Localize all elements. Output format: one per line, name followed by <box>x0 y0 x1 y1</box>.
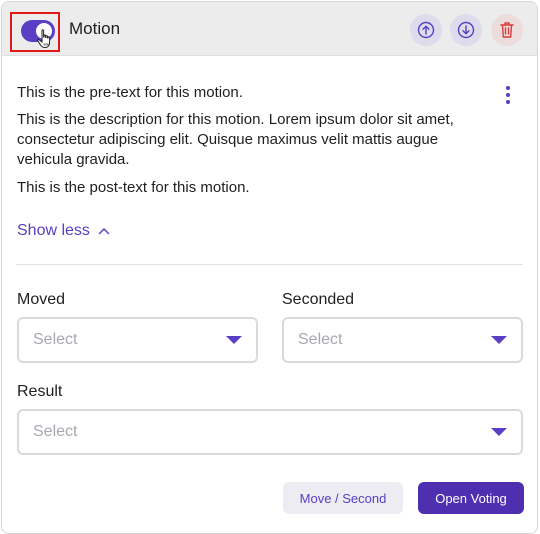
moved-select[interactable]: Select <box>17 317 258 363</box>
hand-cursor-icon <box>37 29 51 49</box>
result-label: Result <box>17 383 63 400</box>
moved-label: Moved <box>17 291 66 308</box>
delete-button[interactable] <box>491 14 523 46</box>
result-select-placeholder: Select <box>33 423 78 440</box>
motion-description: This is the description for this motion.… <box>17 111 454 168</box>
caret-down-icon <box>226 336 242 344</box>
moved-select-placeholder: Select <box>33 331 78 348</box>
arrow-down-circle-icon <box>457 21 475 39</box>
result-select[interactable]: Select <box>17 409 523 455</box>
caret-down-icon <box>491 428 507 436</box>
motion-post-text: This is the post-text for this motion. <box>17 179 250 196</box>
section-divider <box>16 264 523 265</box>
show-less-toggle[interactable]: Show less <box>17 222 110 240</box>
motion-header: Motion <box>2 2 537 56</box>
seconded-label: Seconded <box>282 291 355 308</box>
trash-icon <box>500 22 514 38</box>
seconded-select-placeholder: Select <box>298 331 343 348</box>
open-voting-button[interactable]: Open Voting <box>418 482 524 514</box>
more-options-icon[interactable] <box>500 86 516 104</box>
show-less-label: Show less <box>17 222 90 239</box>
move-down-button[interactable] <box>450 14 482 46</box>
move-second-button[interactable]: Move / Second <box>283 482 403 514</box>
seconded-select[interactable]: Select <box>282 317 523 363</box>
motion-pre-text: This is the pre-text for this motion. <box>17 84 243 101</box>
arrow-up-circle-icon <box>417 21 435 39</box>
move-up-button[interactable] <box>410 14 442 46</box>
motion-card: Motion This is the pre-text for this mot… <box>1 1 538 534</box>
toggle-highlight-frame <box>10 12 60 52</box>
chevron-up-icon <box>98 228 110 235</box>
motion-title: Motion <box>69 19 121 38</box>
caret-down-icon <box>491 336 507 344</box>
